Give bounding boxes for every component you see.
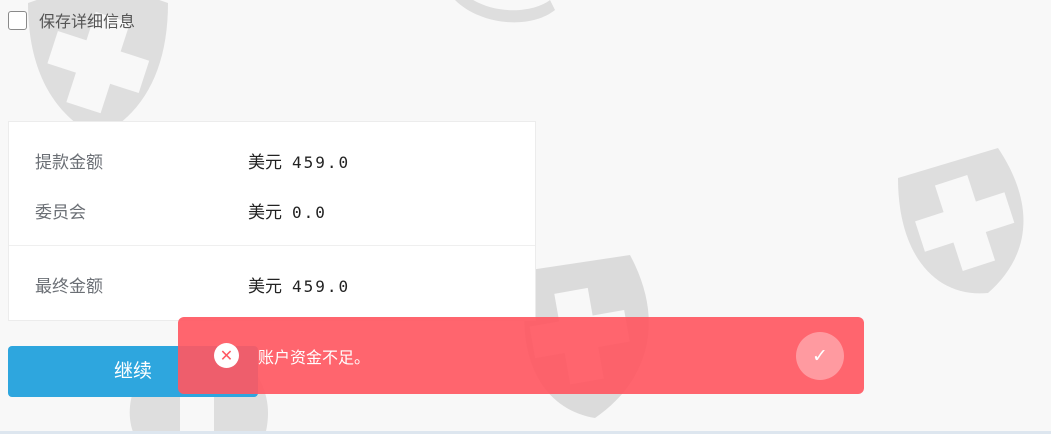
save-details-label: 保存详细信息: [39, 12, 136, 31]
save-details-option[interactable]: 保存详细信息: [8, 8, 135, 32]
check-icon[interactable]: ✓: [796, 332, 844, 380]
close-circle-icon: ✕: [214, 343, 239, 368]
watermark-shield-icon: [878, 148, 1043, 298]
currency-label: 美元: [248, 153, 282, 173]
summary-label: 委员会: [35, 203, 86, 223]
summary-label: 最终金额: [35, 277, 103, 297]
summary-row-commission: 委员会 美元 0.0: [9, 194, 535, 224]
summary-value: 美元 459.0: [248, 148, 350, 173]
watermark-shield-icon: [450, 0, 560, 30]
currency-label: 美元: [248, 277, 282, 297]
summary-row-final-amount: 最终金额 美元 459.0: [9, 268, 535, 298]
summary-label: 提款金额: [35, 153, 103, 173]
withdrawal-page: 保存详细信息 提款金额 美元 459.0 委员会 美元 0.0 最终金额 美元 459…: [0, 0, 1051, 434]
withdrawal-summary-card: 提款金额 美元 459.0 委员会 美元 0.0 最终金额 美元 459.0: [8, 121, 536, 321]
summary-value: 美元 0.0: [248, 198, 327, 223]
summary-row-withdrawal-amount: 提款金额 美元 459.0: [9, 144, 535, 174]
error-toast: ✕ 账户资金不足。 ✓: [178, 317, 864, 394]
amount-value: 459.0: [292, 153, 351, 172]
toast-message: 账户资金不足。: [258, 348, 371, 367]
amount-value: 0.0: [292, 203, 327, 222]
amount-value: 459.0: [292, 277, 351, 296]
currency-label: 美元: [248, 203, 282, 223]
save-details-checkbox[interactable]: [8, 10, 27, 30]
summary-divider: [9, 245, 535, 246]
summary-value: 美元 459.0: [248, 272, 350, 297]
